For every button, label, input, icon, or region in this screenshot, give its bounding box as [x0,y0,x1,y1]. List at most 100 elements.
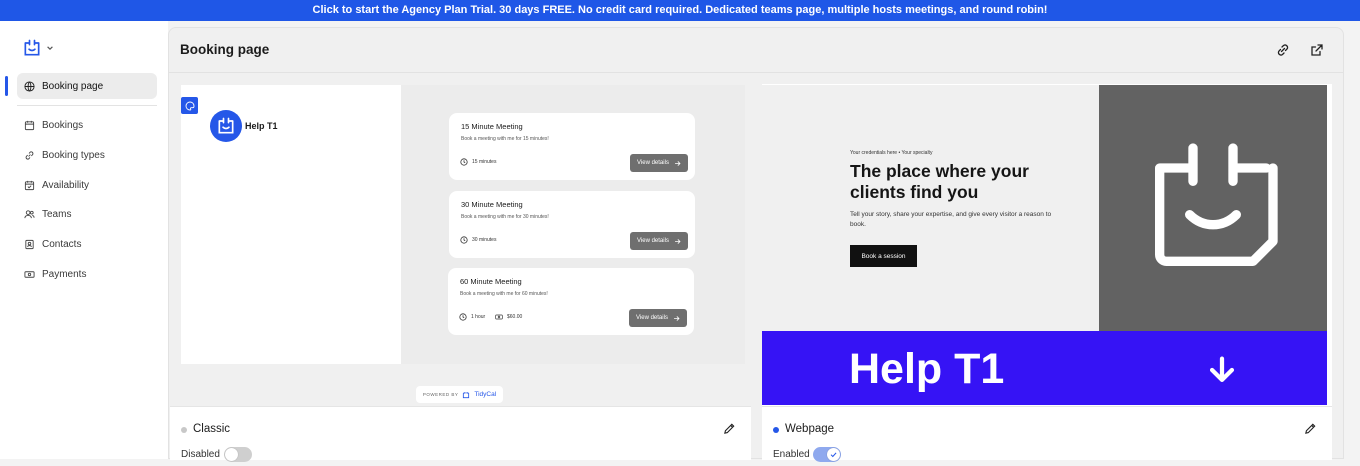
theme-name: Webpage [785,423,835,435]
page-title: Booking page [180,42,270,57]
calendar-check-icon [24,180,35,190]
status-dot [181,427,187,433]
credentials-text: Your credentials here • Your specialty [850,150,933,156]
meeting-description: Book a meeting with me for 15 minutes! [461,136,549,142]
meeting-duration: 30 minutes [460,236,496,244]
meeting-card: 15 Minute Meeting Book a meeting with me… [449,113,695,180]
enable-toggle[interactable] [224,447,252,462]
status-dot [773,427,779,433]
sidebar: Booking page Bookings Booking types Avai… [0,21,168,459]
view-details-button: View details [629,309,687,327]
tidycal-logo-icon [218,117,234,134]
theme-card-classic[interactable]: Help T1 15 Minute Meeting Book a meeting… [170,84,751,462]
book-session-button: Book a session [850,245,917,267]
clock-icon [459,313,467,321]
brand-name: TidyCal [474,391,497,398]
pencil-icon[interactable] [1304,422,1317,435]
globe-icon [24,80,35,92]
users-icon [24,209,35,218]
main-header: Booking page [169,28,1343,73]
powered-by-badge: POWERED BY TidyCal [416,386,503,403]
host-avatar [210,110,242,142]
meeting-description: Book a meeting with me for 60 minutes! [460,291,548,297]
workspace-switcher[interactable] [22,37,56,59]
meeting-duration: 1 hour [459,313,485,321]
chevron-down-icon [47,46,53,51]
meeting-title: 30 Minute Meeting [461,200,523,209]
copy-link-icon[interactable] [1275,42,1291,58]
toggle-knob [225,448,238,461]
arrow-right-icon [675,238,681,244]
active-indicator [5,76,8,96]
webpage-hero: Your credentials here • Your specialty T… [762,85,1327,331]
duration-label: 15 minutes [472,159,497,165]
tidycal-logo-icon [24,39,40,56]
sidebar-item-teams[interactable]: Teams [17,201,157,227]
sidebar-item-label: Contacts [42,238,82,250]
sidebar-item-label: Booking page [42,80,104,92]
meeting-duration: 15 minutes [460,158,496,166]
meeting-card: 30 Minute Meeting Book a meeting with me… [449,191,695,258]
duration-label: 30 minutes [472,237,497,243]
sidebar-item-availability[interactable]: Availability [17,172,157,198]
promo-banner[interactable]: Click to start the Agency Plan Trial. 30… [0,0,1360,21]
sidebar-item-booking-page[interactable]: Booking page [17,73,157,99]
open-external-icon[interactable] [1309,42,1325,58]
sidebar-item-payments[interactable]: Payments [17,261,157,287]
sidebar-divider [17,105,157,106]
status-label: Enabled [773,449,810,460]
meeting-title: 15 Minute Meeting [461,122,523,131]
sidebar-item-label: Payments [42,268,87,280]
cash-icon [24,270,35,278]
arrow-down-icon [1209,356,1235,383]
main-panel: Booking page Help T1 15 Minute Meeting B… [168,27,1344,462]
hero-headline: The place where your clients find you [850,161,1029,202]
palette-icon[interactable] [181,97,198,114]
button-label: View details [637,238,669,244]
meeting-card: 60 Minute Meeting Book a meeting with me… [448,268,694,335]
status-label: Disabled [181,449,220,460]
hero-subtext: Tell your story, share your expertise, a… [850,211,1052,228]
classic-preview: Help T1 15 Minute Meeting Book a meeting… [181,85,745,364]
tidycal-logo-icon [463,391,470,398]
toggle-knob [827,448,840,461]
meeting-description: Book a meeting with me for 30 minutes! [461,214,549,220]
sidebar-item-label: Teams [42,208,72,220]
check-icon [830,452,837,458]
classic-profile-panel: Help T1 [181,85,401,364]
enable-toggle[interactable] [813,447,841,462]
sidebar-item-booking-types[interactable]: Booking types [17,142,157,168]
link-icon [25,150,34,160]
arrow-right-icon [675,160,681,166]
meeting-price: $60.00 [495,313,522,321]
arrow-right-icon [674,315,680,321]
band-name: Help T1 [849,345,1005,393]
tidycal-logo-icon [1155,143,1278,267]
sidebar-item-bookings[interactable]: Bookings [17,112,157,138]
view-details-button: View details [630,232,688,250]
webpage-preview: Your credentials here • Your specialty T… [762,85,1327,405]
clock-icon [460,158,468,166]
hero-image [1099,85,1327,331]
view-details-button: View details [630,154,688,172]
sidebar-item-label: Booking types [42,149,105,161]
contact-card-icon [25,239,34,249]
duration-label: 1 hour [471,314,486,320]
clock-icon [460,236,468,244]
sidebar-item-label: Availability [42,179,90,191]
pencil-icon[interactable] [723,422,736,435]
sidebar-item-label: Bookings [42,119,84,131]
theme-card-footer: Webpage Enabled [762,406,1332,462]
host-name: Help T1 [245,121,278,131]
theme-name: Classic [193,423,231,435]
powered-by-label: POWERED BY [422,392,459,397]
theme-card-webpage[interactable]: Your credentials here • Your specialty T… [762,84,1332,462]
button-label: View details [637,160,669,166]
theme-card-footer: Classic Disabled [170,406,751,462]
calendar-icon [24,120,35,130]
cash-icon [495,314,503,320]
button-label: View details [636,315,668,321]
webpage-name-band: Help T1 [762,331,1327,405]
price-label: $60.00 [507,314,523,320]
sidebar-item-contacts[interactable]: Contacts [17,231,157,257]
